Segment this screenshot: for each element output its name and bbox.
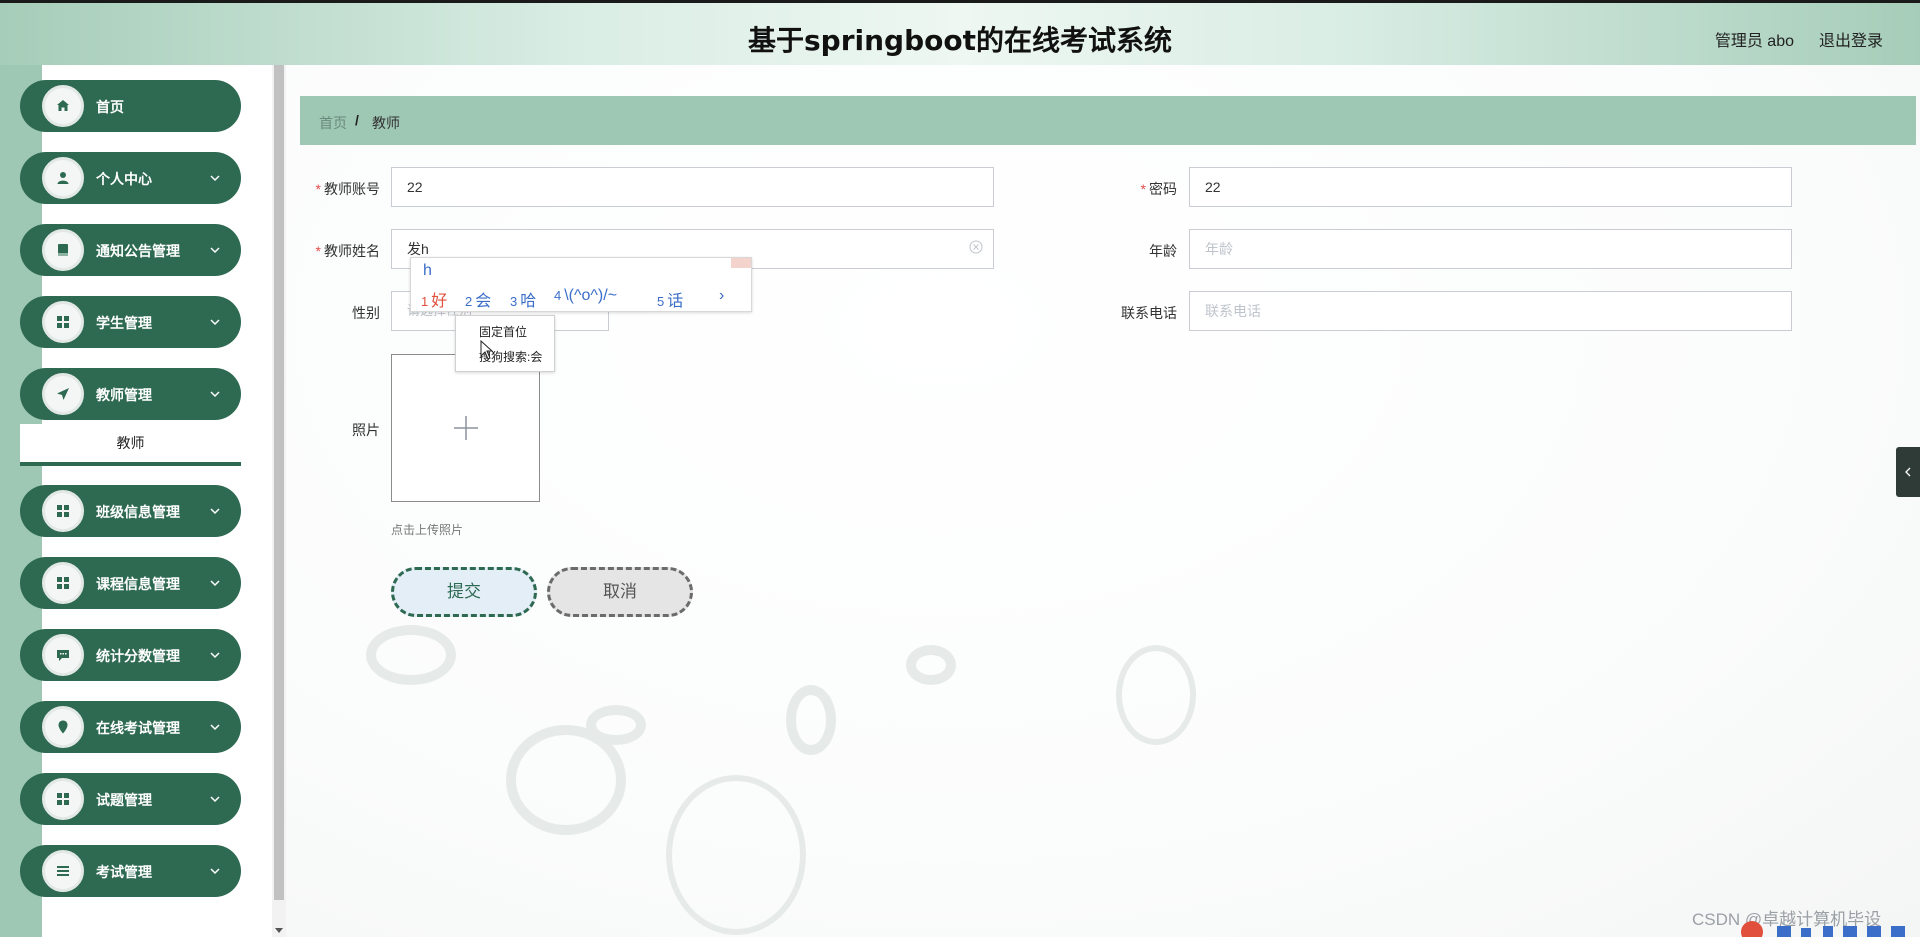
sidebar-item-courses[interactable]: 课程信息管理 [20, 557, 241, 609]
grid-icon [42, 778, 84, 820]
chevron-down-icon [210, 175, 220, 182]
photo-upload[interactable] [391, 354, 540, 502]
home-icon [42, 85, 84, 127]
location-icon [42, 706, 84, 748]
book-icon [42, 229, 84, 271]
chevron-down-icon [210, 391, 220, 398]
sidebar-subitem-teacher[interactable]: 教师 [20, 424, 241, 466]
chevron-left-icon [1905, 467, 1911, 477]
ime-candidate[interactable]: 2会 [465, 287, 491, 311]
chevron-down-icon [210, 652, 220, 659]
age-field[interactable]: 年龄 [1189, 229, 1792, 269]
mouse-cursor-icon [480, 340, 494, 360]
sidebar-item-exams[interactable]: 考试管理 [20, 845, 241, 897]
current-user: 管理员 abo [1714, 33, 1794, 50]
sidebar-item-classes[interactable]: 班级信息管理 [20, 485, 241, 537]
ime-candidate[interactable]: 5话 [657, 287, 683, 311]
ime-candidate[interactable]: 3哈 [510, 287, 536, 311]
sidebar-item-home[interactable]: 首页 [20, 80, 241, 132]
ime-candidate-window: h 1好 2会 3哈 4 \(^o^)/~ 5话 › [410, 257, 752, 312]
account-field[interactable]: 22 [391, 167, 994, 207]
upload-tip: 点击上传照片 [391, 523, 464, 537]
submit-button[interactable]: 提交 [391, 567, 537, 617]
sidebar-item-label: 试题管理 [96, 792, 152, 808]
sidebar-item-label: 课程信息管理 [96, 576, 180, 592]
ime-candidate[interactable]: 4 \(^o^)/~ [554, 287, 617, 305]
sidebar-item-label: 考试管理 [96, 864, 152, 880]
sidebar-item-personal-center[interactable]: 个人中心 [20, 152, 241, 204]
list-icon [42, 850, 84, 892]
app-title: 基于springboot的在线考试系统 [748, 24, 1172, 57]
breadcrumb: 首页 / 教师 [300, 96, 1916, 145]
sidebar-item-students[interactable]: 学生管理 [20, 296, 241, 348]
grid-icon [42, 562, 84, 604]
chevron-down-icon [210, 724, 220, 731]
phone-label: 联系电话 [1121, 305, 1177, 321]
sidebar-item-label: 学生管理 [96, 315, 152, 331]
ime-pinyin: h [423, 262, 432, 279]
collapse-tab[interactable] [1896, 447, 1920, 497]
sidebar-item-scores[interactable]: 统计分数管理 [20, 629, 241, 681]
sidebar-item-notice[interactable]: 通知公告管理 [20, 224, 241, 276]
grid-icon [42, 490, 84, 532]
sidebar-item-questions[interactable]: 试题管理 [20, 773, 241, 825]
sidebar-item-label: 班级信息管理 [96, 504, 180, 520]
plus-icon [454, 416, 478, 440]
sidebar-item-online-exam[interactable]: 在线考试管理 [20, 701, 241, 753]
cancel-button[interactable]: 取消 [547, 567, 693, 617]
grid-icon [42, 301, 84, 343]
sidebar-item-label: 教师管理 [96, 387, 152, 403]
chevron-down-icon [210, 247, 220, 254]
chevron-down-icon [210, 580, 220, 587]
ime-next-page[interactable]: › [719, 287, 724, 305]
breadcrumb-separator: / [355, 112, 359, 128]
breadcrumb-home[interactable]: 首页 [319, 113, 347, 133]
ime-tray-icon[interactable] [1737, 918, 1917, 937]
clear-icon[interactable] [969, 240, 983, 254]
sidebar-item-label: 首页 [96, 99, 124, 115]
top-header: 基于springboot的在线考试系统 管理员 abo 退出登录 [0, 0, 1920, 65]
chevron-down-icon [210, 796, 220, 803]
ime-context-menu: 固定首位 搜狗搜索:会 [455, 315, 555, 372]
sidebar-item-teachers[interactable]: 教师管理 [20, 368, 241, 420]
ime-candidate[interactable]: 1好 [421, 287, 447, 311]
password-label: * 密码 [1140, 181, 1177, 197]
chat-icon [42, 634, 84, 676]
account-label: * 教师账号 [315, 181, 380, 197]
logout-link[interactable]: 退出登录 [1819, 27, 1883, 51]
sidebar-item-label: 通知公告管理 [96, 243, 180, 259]
chevron-down-icon [210, 319, 220, 326]
ime-decoration [731, 258, 751, 268]
ctx-item-pin[interactable]: 固定首位 [479, 323, 527, 340]
age-label: 年龄 [1149, 243, 1177, 259]
chevron-down-icon [210, 508, 220, 515]
user-icon [42, 157, 84, 199]
photo-label: 照片 [352, 422, 380, 438]
name-label: * 教师姓名 [315, 243, 380, 259]
phone-field[interactable]: 联系电话 [1189, 291, 1792, 331]
sidebar: 首页 个人中心 通知公告管理 学生管理 教师管理 教师 班级信息管理 课程信息管… [0, 65, 272, 937]
password-field[interactable]: 22 [1189, 167, 1792, 207]
sidebar-item-label: 统计分数管理 [96, 648, 180, 664]
gender-label: 性别 [352, 305, 380, 321]
send-icon [42, 373, 84, 415]
scroll-down-arrow-icon[interactable] [275, 928, 283, 933]
breadcrumb-current: 教师 [372, 115, 400, 131]
chevron-down-icon [210, 868, 220, 875]
sidebar-item-label: 在线考试管理 [96, 720, 180, 736]
sidebar-item-label: 个人中心 [96, 171, 152, 187]
